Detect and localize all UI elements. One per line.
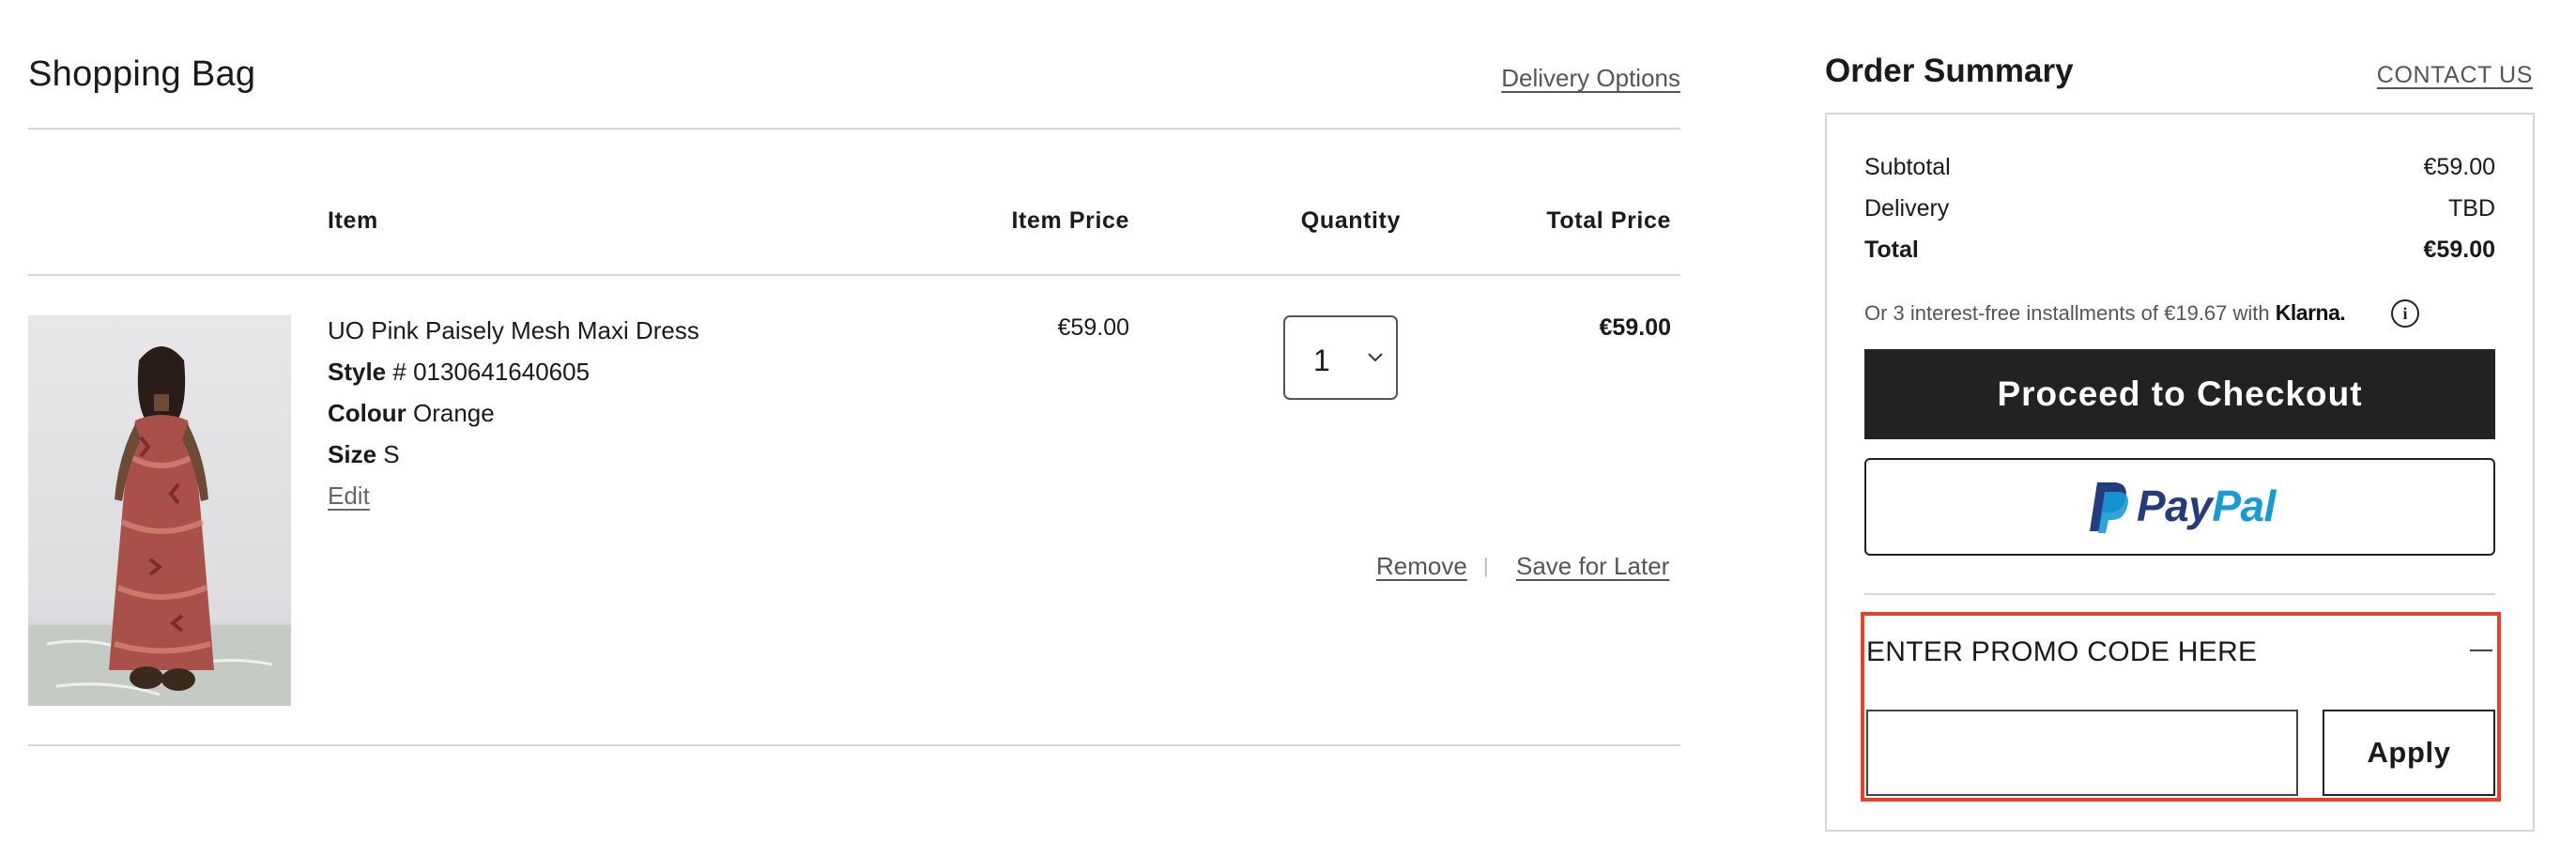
product-image[interactable] [28, 315, 291, 706]
column-header-item: Item [328, 207, 378, 234]
total-label: Total [1864, 237, 1919, 263]
quantity-select[interactable]: 1 [1283, 315, 1398, 400]
quantity-value: 1 [1313, 344, 1330, 377]
total-value: €59.00 [2423, 237, 2495, 263]
proceed-to-checkout-button[interactable]: Proceed to Checkout [1864, 349, 2495, 439]
divider [28, 274, 1680, 276]
delivery-options-link[interactable]: Delivery Options [1501, 64, 1680, 93]
promo-code-input[interactable] [1866, 710, 2298, 796]
colour-label: Colour [328, 399, 406, 427]
divider [1864, 593, 2495, 595]
paypal-logo-icon [2090, 482, 2128, 533]
item-price: €59.00 [1057, 314, 1129, 341]
product-size: Size S [328, 440, 400, 469]
style-value: # 0130641640605 [392, 358, 590, 386]
page-title: Shopping Bag [28, 54, 256, 94]
product-name[interactable]: UO Pink Paisely Mesh Maxi Dress [328, 316, 699, 345]
colour-value: Orange [413, 399, 495, 427]
apply-promo-button[interactable]: Apply [2323, 710, 2495, 796]
style-label: Style [328, 358, 387, 386]
link-separator: | [1483, 554, 1489, 577]
dress-model-illustration [28, 346, 291, 706]
column-header-quantity: Quantity [1300, 207, 1401, 234]
subtotal-value: €59.00 [2423, 154, 2495, 180]
delivery-value: TBD [2448, 195, 2495, 222]
delivery-label: Delivery [1864, 195, 1950, 222]
info-icon[interactable]: i [2391, 299, 2419, 328]
paypal-wordmark: PayPal [2137, 481, 2276, 531]
divider [28, 128, 1680, 130]
chevron-down-icon [1368, 353, 1383, 362]
product-style: Style # 0130641640605 [328, 358, 590, 387]
paypal-word-pal: Pal [2212, 482, 2276, 530]
subtotal-label: Subtotal [1864, 154, 1951, 180]
save-for-later-link[interactable]: Save for Later [1516, 552, 1669, 581]
divider [28, 744, 1680, 746]
size-label: Size [328, 440, 377, 468]
klarna-logo: Klarna. [2275, 300, 2346, 325]
promo-code-label[interactable]: ENTER PROMO CODE HERE [1866, 636, 2257, 668]
contact-us-link[interactable]: CONTACT US [2377, 62, 2533, 89]
column-header-total-price: Total Price [1546, 207, 1671, 234]
remove-item-link[interactable]: Remove [1376, 552, 1467, 581]
klarna-installments-text: Or 3 interest-free installments of €19.6… [1864, 300, 2346, 326]
klarna-message: Or 3 interest-free installments of €19.6… [1864, 301, 2270, 325]
column-header-item-price: Item Price [1011, 207, 1129, 234]
size-value: S [383, 440, 400, 468]
order-summary-title: Order Summary [1825, 53, 2074, 89]
product-colour: Colour Orange [328, 399, 495, 428]
collapse-minus-icon[interactable] [2470, 650, 2492, 651]
paypal-word-pay: Pay [2137, 482, 2213, 530]
paypal-button[interactable]: PayPal [1864, 458, 2495, 556]
line-total-price: €59.00 [1599, 314, 1671, 341]
edit-item-link[interactable]: Edit [328, 482, 370, 511]
